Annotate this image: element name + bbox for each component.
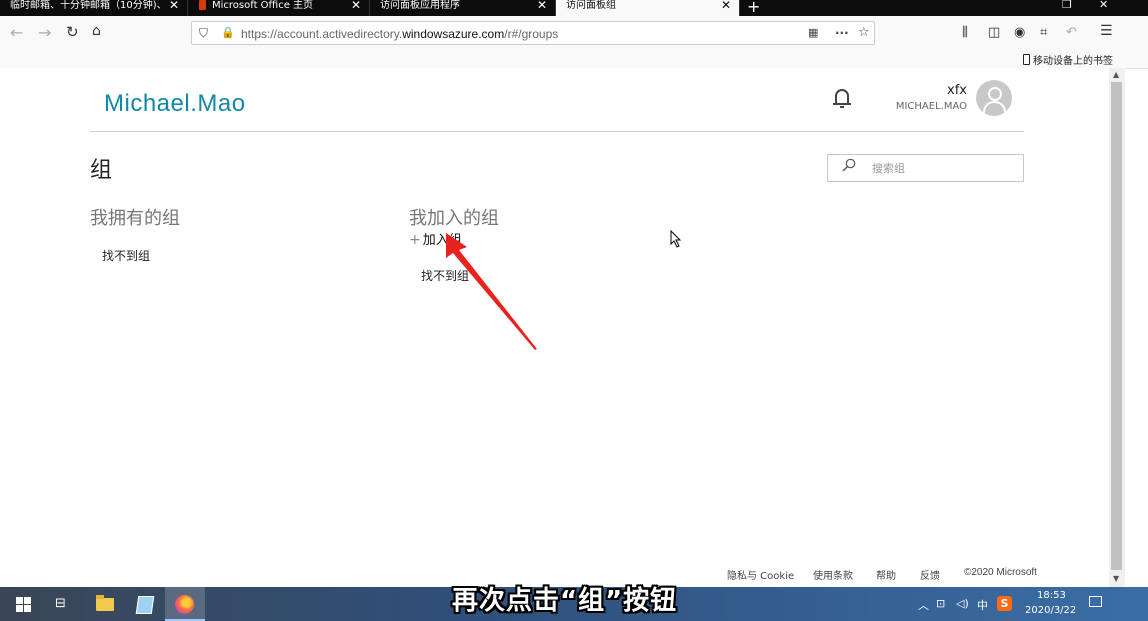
footer-terms-link[interactable]: 使用条款: [813, 567, 853, 582]
sidebar-icon[interactable]: ◫: [988, 25, 1000, 40]
qr-code-icon[interactable]: ▦: [808, 26, 818, 39]
tab-temp-mail[interactable]: 临时邮箱、十分钟邮箱（10分钟)、 ✕: [0, 0, 188, 16]
navigation-toolbar: ← → ↻ ⌂ ⛉ 🔒 https://account.activedirect…: [0, 16, 1148, 52]
joined-groups-title: 我加入的组: [409, 208, 499, 229]
address-bar[interactable]: ⛉ 🔒 https://account.activedirectory.wind…: [191, 21, 875, 45]
search-box[interactable]: [827, 154, 1024, 182]
mobile-bookmarks[interactable]: 移动设备上的书签: [1023, 52, 1113, 67]
show-hidden-icons-icon[interactable]: ︿: [918, 597, 929, 613]
more-actions-icon[interactable]: ···: [835, 26, 849, 40]
tab-office-home[interactable]: Microsoft Office 主页 ✕: [188, 0, 370, 16]
owned-groups-empty: 找不到组: [102, 249, 151, 263]
close-icon[interactable]: ✕: [537, 0, 547, 11]
header-divider: [90, 131, 1024, 132]
footer-privacy-link[interactable]: 隐私与 Cookie: [727, 567, 794, 582]
bookmarks-bar: 移动设备上的书签: [0, 52, 1148, 69]
new-tab-button[interactable]: +: [747, 0, 760, 16]
avatar[interactable]: [976, 80, 1012, 116]
tab-label: 访问面板应用程序: [380, 0, 460, 11]
shield-icon[interactable]: ⛉: [199, 26, 208, 41]
clock-time[interactable]: 18:53: [1037, 590, 1066, 601]
file-explorer-icon[interactable]: [96, 595, 114, 611]
tab-label: Microsoft Office 主页: [212, 0, 314, 11]
home-icon[interactable]: ⌂: [92, 23, 101, 39]
scrollbar-thumb[interactable]: [1111, 82, 1122, 570]
phone-icon: [1023, 54, 1030, 65]
video-subtitle: 再次点击“组”按钮: [452, 586, 678, 616]
forward-arrow-icon[interactable]: →: [38, 23, 51, 42]
plus-icon: +: [409, 232, 421, 248]
office-icon: [199, 0, 206, 10]
tab-label: 访问面板组: [566, 0, 616, 11]
vertical-scrollbar[interactable]: ▲ ▼: [1109, 68, 1125, 587]
tab-access-panel-groups[interactable]: 访问面板组 ✕: [556, 0, 740, 16]
screenshot-icon[interactable]: ⌗: [1040, 25, 1047, 40]
close-icon[interactable]: ✕: [351, 0, 361, 11]
taskbar-firefox[interactable]: [165, 587, 205, 621]
account-icon[interactable]: ◉: [1014, 25, 1025, 40]
close-icon[interactable]: ✕: [169, 0, 179, 11]
firefox-icon: [175, 595, 194, 614]
undo-icon[interactable]: ↶: [1066, 25, 1077, 40]
user-name[interactable]: xfx: [947, 83, 967, 98]
reload-icon[interactable]: ↻: [66, 23, 79, 41]
footer-help-link[interactable]: 帮助: [876, 567, 896, 582]
notification-icon[interactable]: [1089, 596, 1102, 607]
tab-access-panel-apps[interactable]: 访问面板应用程序 ✕: [370, 0, 556, 16]
search-icon: [842, 158, 856, 172]
notepad-icon[interactable]: [135, 596, 155, 614]
close-window-icon[interactable]: ✕: [1099, 0, 1108, 11]
tab-strip: 临时邮箱、十分钟邮箱（10分钟)、 ✕ Microsoft Office 主页 …: [0, 0, 1148, 16]
footer-copyright: ©2020 Microsoft: [964, 567, 1037, 578]
mouse-cursor-icon: [670, 230, 682, 248]
tab-label: 临时邮箱、十分钟邮箱（10分钟)、: [10, 0, 167, 11]
ime-indicator[interactable]: 中: [977, 597, 988, 613]
bookmark-star-icon[interactable]: ☆: [858, 25, 870, 40]
restore-window-icon[interactable]: ❐: [1062, 0, 1072, 11]
footer-feedback-link[interactable]: 反馈: [920, 567, 940, 582]
bell-icon[interactable]: [833, 89, 851, 108]
lock-icon[interactable]: 🔒: [221, 26, 235, 39]
scroll-down-icon[interactable]: ▼: [1113, 574, 1119, 583]
person-icon: [988, 87, 1002, 101]
annotation-arrow: [446, 233, 537, 350]
scroll-up-icon[interactable]: ▲: [1113, 70, 1119, 79]
page-title: 组: [90, 158, 113, 183]
close-icon[interactable]: ✕: [721, 0, 731, 11]
task-view-icon[interactable]: ⊟: [55, 596, 66, 611]
user-org: MICHAEL.MAO: [895, 101, 967, 112]
brand-logo[interactable]: Michael.Mao: [104, 90, 246, 118]
search-input[interactable]: [872, 160, 1012, 176]
volume-icon[interactable]: ◁): [956, 597, 969, 610]
url-text[interactable]: https://account.activedirectory.windowsa…: [241, 27, 558, 41]
menu-icon[interactable]: ☰: [1100, 23, 1113, 39]
page-content: Michael.Mao xfx MICHAEL.MAO 组 我拥有的组 找不到组…: [0, 68, 1109, 587]
library-icon[interactable]: ⫼: [962, 25, 968, 40]
owned-groups-title: 我拥有的组: [90, 208, 180, 229]
back-arrow-icon[interactable]: ←: [10, 23, 23, 42]
network-icon[interactable]: ⊡: [936, 597, 945, 610]
clock-date[interactable]: 2020/3/22: [1025, 605, 1076, 616]
windows-start-icon[interactable]: [16, 597, 31, 612]
sogou-ime-icon[interactable]: S: [997, 596, 1012, 611]
